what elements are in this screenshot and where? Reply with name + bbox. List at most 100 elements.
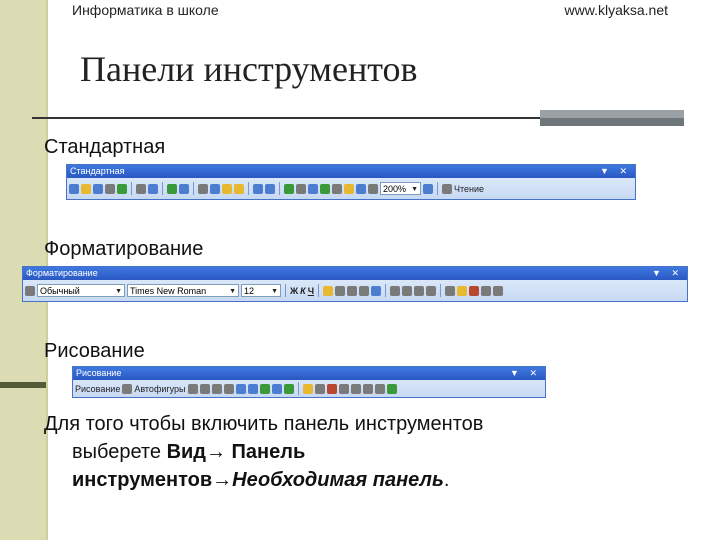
show-hide-icon[interactable] <box>368 183 378 194</box>
drawing-toolbar-title: Рисование <box>76 368 122 378</box>
save-icon[interactable] <box>93 183 103 194</box>
textbox-icon[interactable] <box>235 383 246 394</box>
undo-icon[interactable] <box>253 183 263 194</box>
columns-icon[interactable] <box>332 183 342 194</box>
style-select[interactable]: Обычный <box>37 284 125 298</box>
align-right-icon[interactable] <box>347 285 358 296</box>
title-rule <box>32 117 540 119</box>
arrow-icon[interactable] <box>199 383 210 394</box>
shrink-font-icon[interactable] <box>493 285 504 296</box>
separator <box>248 182 249 195</box>
decrease-indent-icon[interactable] <box>414 285 425 296</box>
instruction-menu-item: инструментов→ <box>72 469 233 491</box>
oval-icon[interactable] <box>223 383 234 394</box>
separator <box>385 284 387 297</box>
drawing-toolbar-buttons: Рисование Автофигуры <box>75 381 543 396</box>
new-doc-icon[interactable] <box>69 183 79 194</box>
formatting-toolbar-titlebar[interactable]: Форматирование ▼ ✕ <box>23 267 687 280</box>
insert-excel-icon[interactable] <box>320 183 330 194</box>
email-icon[interactable] <box>117 183 127 194</box>
font-color-icon[interactable] <box>469 285 480 296</box>
styles-icon[interactable] <box>25 285 35 296</box>
instruction-line1: Для того чтобы включить панель инструмен… <box>44 413 484 435</box>
formatting-toolbar: Форматирование ▼ ✕ Обычный Times New Rom… <box>22 266 688 302</box>
toolbar-controls[interactable]: ▼ ✕ <box>652 267 683 280</box>
print-icon[interactable] <box>136 183 146 194</box>
insert-table-icon[interactable] <box>308 183 318 194</box>
increase-indent-icon[interactable] <box>426 285 437 296</box>
diagram-icon[interactable] <box>259 383 270 394</box>
drawing-toolbar-titlebar[interactable]: Рисование ▼ ✕ <box>73 367 545 380</box>
formatting-toolbar-buttons: Обычный Times New Roman 12 Ж К Ч <box>25 281 685 300</box>
rule-block-light <box>540 110 684 118</box>
select-objects-icon[interactable] <box>122 383 133 394</box>
grow-font-icon[interactable] <box>481 285 492 296</box>
underline-button[interactable]: Ч <box>308 286 314 296</box>
instruction-line3: инструментов→Необходимая панель. <box>44 466 644 494</box>
3d-icon[interactable] <box>386 383 397 394</box>
wordart-icon[interactable] <box>247 383 258 394</box>
picture-icon[interactable] <box>283 383 294 394</box>
separator <box>193 182 194 195</box>
research-icon[interactable] <box>179 183 189 194</box>
autoshapes-menu-button[interactable]: Автофигуры <box>134 384 185 394</box>
separator <box>279 182 280 195</box>
drawing-toolbar: Рисование ▼ ✕ Рисование Автофигуры <box>72 366 546 398</box>
line-color-icon[interactable] <box>314 383 325 394</box>
shadow-icon[interactable] <box>374 383 385 394</box>
highlight-icon[interactable] <box>457 285 468 296</box>
toolbar-controls[interactable]: ▼ ✕ <box>600 165 631 178</box>
label-standard: Стандартная <box>44 136 166 158</box>
copy-icon[interactable] <box>210 183 220 194</box>
rectangle-icon[interactable] <box>211 383 222 394</box>
font-size-select[interactable]: 12 <box>241 284 281 298</box>
hyperlink-icon[interactable] <box>284 183 294 194</box>
standard-toolbar-buttons: 200% Чтение <box>69 179 633 198</box>
read-button[interactable]: Чтение <box>454 184 484 194</box>
standard-toolbar-title: Стандартная <box>70 166 125 176</box>
read-icon[interactable] <box>442 183 453 194</box>
line-icon[interactable] <box>187 383 198 394</box>
italic-button[interactable]: К <box>300 286 306 296</box>
cut-icon[interactable] <box>198 183 208 194</box>
tables-borders-icon[interactable] <box>296 183 306 194</box>
bold-button[interactable]: Ж <box>290 286 298 296</box>
numbering-icon[interactable] <box>390 285 401 296</box>
instruction-end: . <box>443 469 450 491</box>
dash-style-icon[interactable] <box>350 383 361 394</box>
instruction-text: Для того чтобы включить панель инструмен… <box>44 410 644 494</box>
permission-icon[interactable] <box>105 183 115 194</box>
justify-icon[interactable] <box>359 285 370 296</box>
align-left-icon[interactable] <box>323 285 334 296</box>
line-spacing-icon[interactable] <box>371 285 382 296</box>
print-preview-icon[interactable] <box>148 183 158 194</box>
open-icon[interactable] <box>81 183 91 194</box>
document-map-icon[interactable] <box>356 183 366 194</box>
line-style-icon[interactable] <box>338 383 349 394</box>
arrow-style-icon[interactable] <box>362 383 373 394</box>
drawing-icon[interactable] <box>344 183 354 194</box>
formatting-toolbar-title: Форматирование <box>26 268 98 278</box>
font-color-icon[interactable] <box>326 383 337 394</box>
fill-color-icon[interactable] <box>302 383 313 394</box>
help-icon[interactable] <box>423 183 434 194</box>
spelling-icon[interactable] <box>167 183 177 194</box>
align-center-icon[interactable] <box>335 285 346 296</box>
paste-icon[interactable] <box>222 183 232 194</box>
left-decor-accent <box>0 382 48 388</box>
bullets-icon[interactable] <box>402 285 413 296</box>
slide-title: Панели инструментов <box>80 49 418 89</box>
zoom-select[interactable]: 200% <box>380 182 422 196</box>
header-site-link[interactable]: www.klyaksa.net <box>565 2 668 18</box>
draw-menu-button[interactable]: Рисование <box>75 384 120 394</box>
redo-icon[interactable] <box>265 183 275 194</box>
header-subject: Информатика в школе <box>72 2 219 18</box>
clipart-icon[interactable] <box>271 383 282 394</box>
label-drawing: Рисование <box>44 340 145 362</box>
format-painter-icon[interactable] <box>234 183 244 194</box>
font-select[interactable]: Times New Roman <box>127 284 239 298</box>
separator <box>285 284 286 297</box>
toolbar-controls[interactable]: ▼ ✕ <box>510 367 541 380</box>
borders-icon[interactable] <box>445 285 456 296</box>
standard-toolbar-titlebar[interactable]: Стандартная ▼ ✕ <box>67 165 635 178</box>
